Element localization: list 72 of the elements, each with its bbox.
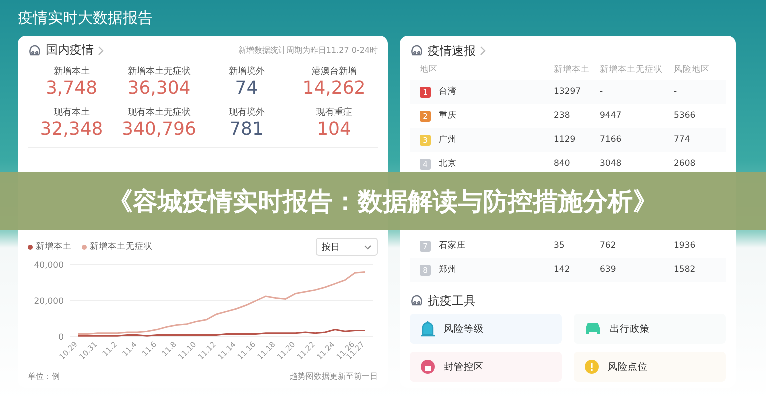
column-header: 风险地区 — [674, 64, 711, 76]
table-cell-text: 5366 — [674, 111, 697, 121]
warning-icon — [584, 359, 600, 375]
table-cell-text: 639 — [600, 265, 618, 275]
stat-value: 781 — [230, 119, 264, 142]
column-header: 新增本土 — [554, 64, 591, 76]
lock-icon — [420, 359, 436, 375]
axis-label: 20,000 — [34, 297, 64, 308]
table-cell-text: - — [600, 87, 604, 97]
axis-label: 0 — [58, 333, 64, 344]
stat-value: 104 — [317, 119, 352, 142]
virus-icon — [410, 294, 424, 308]
stat-label: 现有境外 — [228, 106, 265, 120]
column-header: 地区 — [420, 64, 439, 76]
table-cell-text: 9447 — [600, 111, 623, 121]
legend-item: 新增本土 — [28, 241, 72, 254]
section-title: 抗疫工具 — [428, 292, 476, 310]
stat-value: 14,262 — [302, 78, 366, 100]
tool-button[interactable]: 封管控区 — [410, 352, 562, 382]
table-cell-text: 35 — [554, 241, 566, 251]
stat-label: 现有重症 — [316, 106, 352, 120]
stat-label: 新增本土无症状 — [128, 66, 191, 78]
tool-button[interactable]: 出行政策 — [574, 314, 726, 344]
stat-label: 港澳台新增 — [312, 66, 357, 78]
region-name: 石家庄 — [439, 240, 466, 252]
table-cell-text: 7166 — [600, 135, 623, 145]
section-title[interactable]: 国内疫情 — [46, 42, 94, 60]
chevron-icon — [480, 46, 486, 56]
stat-label: 新增本土 — [54, 66, 90, 78]
table-cell-text: 840 — [554, 159, 572, 169]
region-name: 广州 — [439, 134, 457, 146]
table-cell-text: 762 — [600, 241, 618, 251]
axis-label: 40,000 — [34, 261, 64, 272]
legend-item: 新增本土无症状 — [82, 241, 153, 254]
region-name: 郑州 — [439, 264, 457, 276]
banner-title: 《容城疫情实时报告：数据解读与防控措施分析》 — [108, 186, 658, 218]
tool-button[interactable]: 风险等级 — [410, 314, 562, 344]
table-cell-text: 1582 — [674, 265, 697, 275]
stat-value: 340,796 — [122, 119, 196, 142]
page-title: 疫情实时大数据报告 — [18, 9, 153, 27]
stat-value: 32,348 — [40, 119, 104, 142]
section-title[interactable]: 疫情速报 — [428, 42, 476, 60]
column-header: 新增本土无症状 — [600, 64, 664, 76]
stat-value: 3,748 — [46, 78, 98, 100]
car-icon — [584, 322, 602, 336]
region-name: 北京 — [439, 158, 457, 170]
table-cell-text: 1129 — [554, 135, 577, 145]
table-cell-text: 13297 — [554, 87, 582, 97]
table-cell-text: 238 — [554, 111, 572, 121]
table-cell-text: 142 — [554, 265, 572, 275]
tool-button[interactable]: 风险点位 — [574, 352, 726, 382]
region-name: 台湾 — [439, 86, 457, 98]
period-dropdown[interactable]: 按日 — [316, 238, 378, 256]
caret-icon — [364, 244, 372, 250]
stat-value: 36,304 — [128, 78, 191, 100]
chart-footnote: 趋势图数据更新至前一日 — [290, 371, 378, 382]
table-cell-text: 3048 — [600, 159, 623, 169]
table-cell-text: 2608 — [674, 159, 697, 169]
stat-label: 现有本土 — [54, 106, 90, 120]
chevron-icon — [98, 46, 104, 56]
update-note: 新增数据统计周期为昨日11.27 0-24时 — [238, 45, 378, 56]
table-cell-text: 1936 — [674, 241, 697, 251]
virus-icon — [28, 44, 42, 58]
region-name: 重庆 — [439, 110, 457, 122]
unit-label: 单位：例 — [28, 371, 60, 382]
stat-label: 新增境外 — [228, 66, 265, 78]
table-cell-text: 774 — [674, 135, 692, 145]
table-cell-text: - — [674, 87, 678, 97]
stat-label: 现有本土无症状 — [128, 106, 191, 120]
virus-icon — [410, 44, 424, 58]
alarm-icon — [420, 321, 436, 337]
stat-value: 74 — [235, 78, 258, 100]
